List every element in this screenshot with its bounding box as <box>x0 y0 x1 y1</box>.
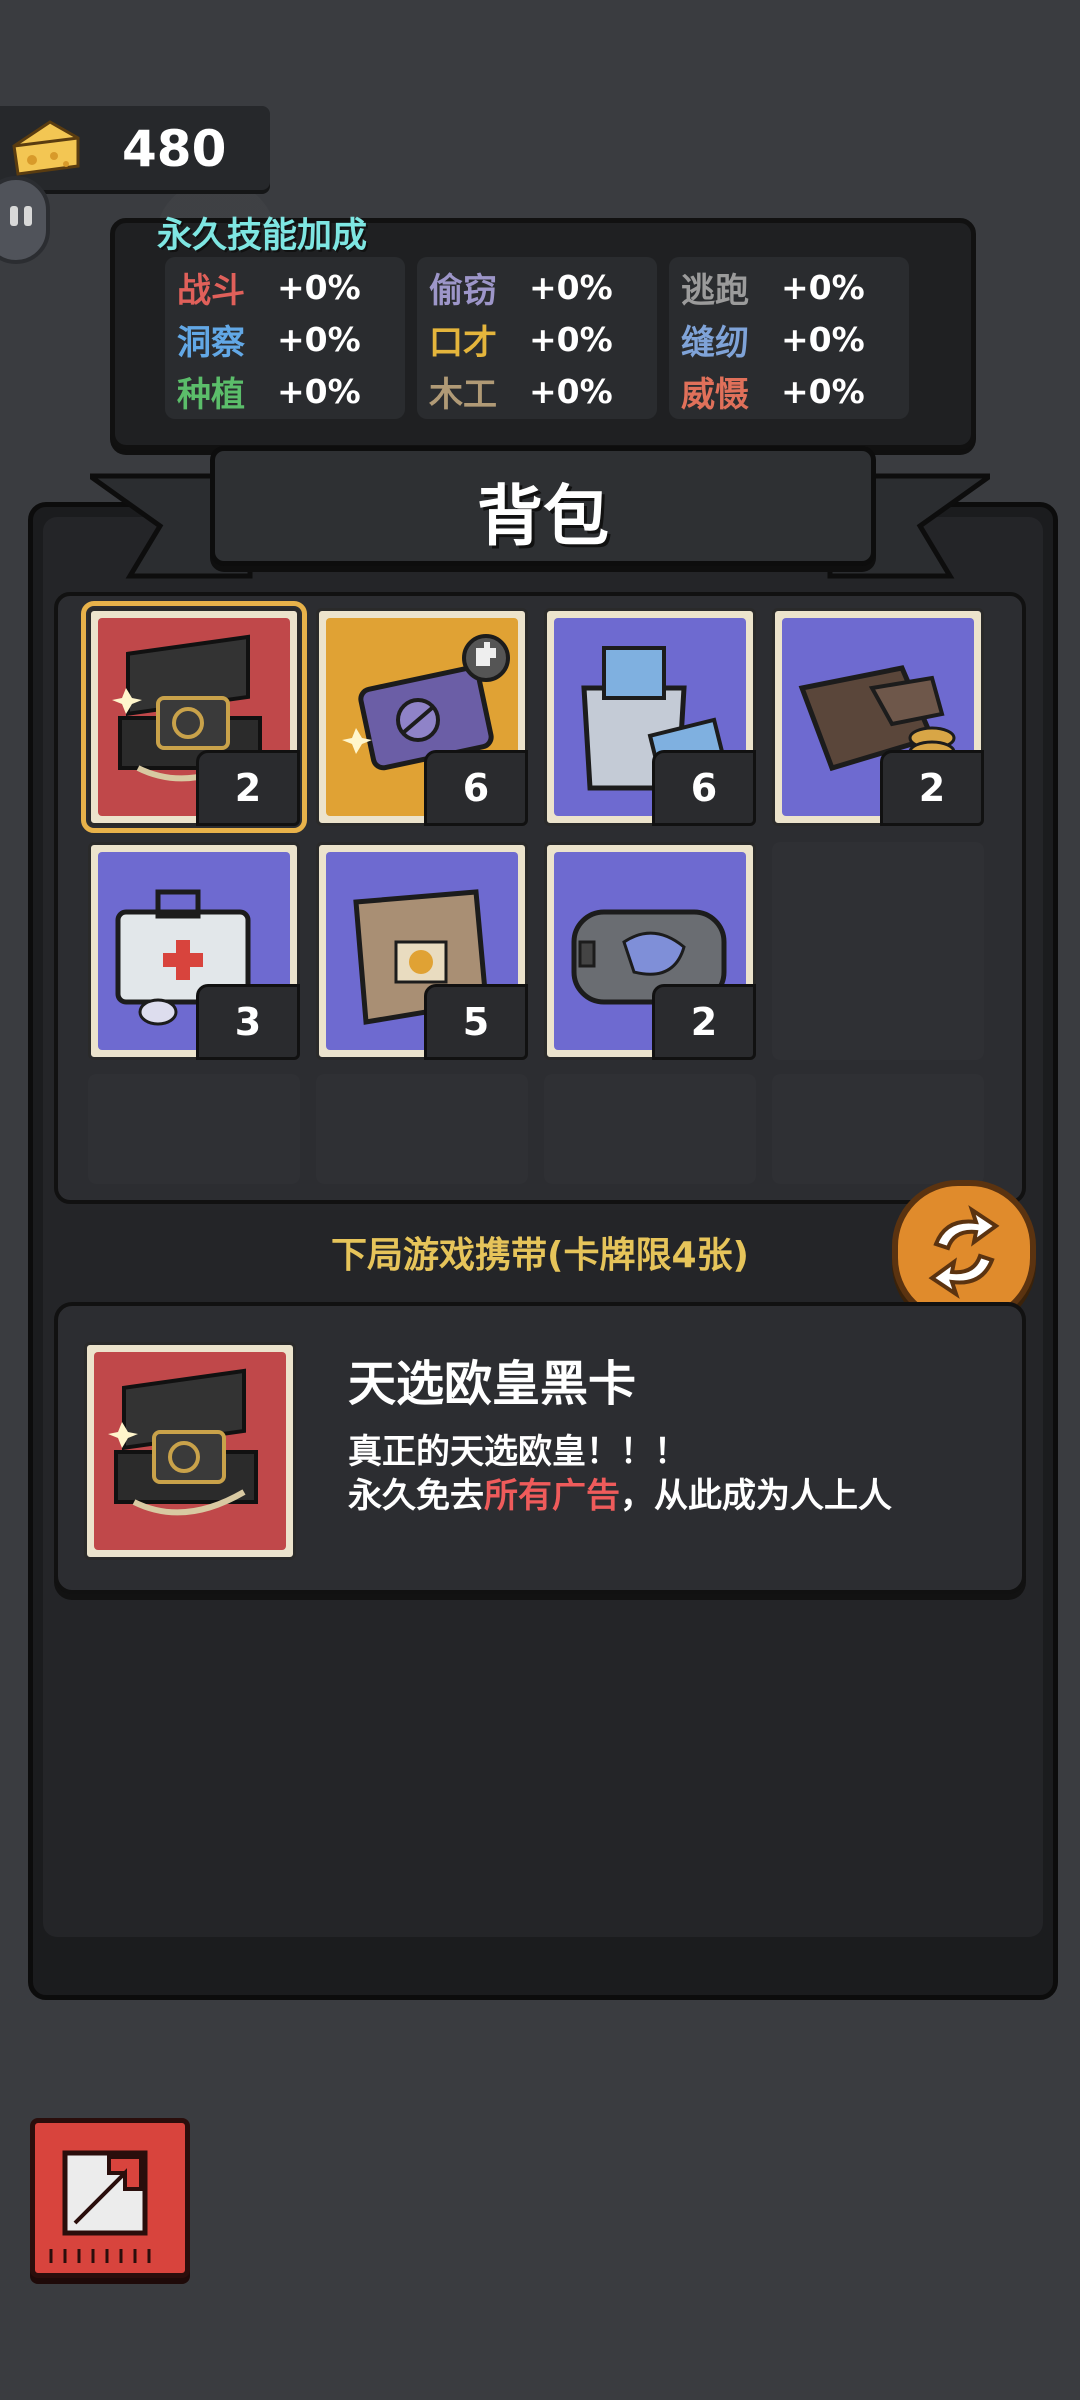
item-card-paper-bag[interactable]: 5 <box>316 842 528 1060</box>
detail-title: 天选欧皇黑卡 <box>348 1356 637 1412</box>
skill-value: +0% <box>529 371 613 411</box>
detail-card-image <box>84 1342 296 1560</box>
skill-column-2: 偷窃 +0% 口才 +0% 木工 +0% <box>417 257 657 419</box>
skill-value: +0% <box>529 267 613 307</box>
skill-column-1: 战斗 +0% 洞察 +0% 种植 +0% <box>165 257 405 419</box>
backpack-title: 背包 <box>477 478 609 555</box>
skill-row: 缝纫 +0% <box>681 313 865 365</box>
detail-description: 真正的天选欧皇！！！ 永久免去所有广告，从此成为人上人 <box>348 1430 892 1518</box>
desc-text: 永久免去 <box>348 1476 484 1516</box>
item-grid: 2 6 6 2 3 5 2 <box>54 592 1026 1204</box>
skill-value: +0% <box>277 371 361 411</box>
item-count-badge: 2 <box>880 750 984 826</box>
skill-row: 威慑 +0% <box>681 365 865 417</box>
item-count-badge: 6 <box>424 750 528 826</box>
item-card-black-card[interactable]: 2 <box>81 601 307 833</box>
skills-panel: 永久技能加成 战斗 +0% 洞察 +0% 种植 +0% 偷窃 +0% 口才 +0% 木工 +… <box>110 216 976 450</box>
item-card-cash-bag[interactable]: 6 <box>544 608 756 826</box>
empty-slot[interactable] <box>88 1074 300 1184</box>
skill-value: +0% <box>277 319 361 359</box>
detail-desc-line2: 永久免去所有广告，从此成为人上人 <box>348 1474 892 1518</box>
currency-amount: 480 <box>122 120 227 178</box>
skill-name: 战斗 <box>177 270 245 311</box>
item-card-wallet[interactable]: 2 <box>772 608 984 826</box>
skill-row: 偷窃 +0% <box>429 261 613 313</box>
skill-name: 种植 <box>177 374 245 415</box>
skill-name: 口才 <box>429 322 497 363</box>
item-count-badge: 5 <box>424 984 528 1060</box>
item-count-badge: 2 <box>652 984 756 1060</box>
empty-slot[interactable] <box>772 1074 984 1184</box>
side-chat-button[interactable] <box>0 176 50 264</box>
skill-name: 洞察 <box>177 322 245 363</box>
empty-slot[interactable] <box>316 1074 528 1184</box>
exit-button[interactable] <box>30 2118 190 2278</box>
skill-row: 逃跑 +0% <box>681 261 865 313</box>
skill-row: 战斗 +0% <box>177 261 361 313</box>
item-detail-panel: 天选欧皇黑卡 真正的天选欧皇！！！ 永久免去所有广告，从此成为人上人 <box>54 1302 1026 1594</box>
skill-name: 木工 <box>429 374 497 415</box>
skill-name: 缝纫 <box>681 322 749 363</box>
skill-value: +0% <box>781 371 865 411</box>
desc-text: ，从此成为人上人 <box>620 1476 892 1516</box>
black-card-box-icon <box>94 1352 286 1550</box>
item-count-badge: 3 <box>196 984 300 1060</box>
skill-column-3: 逃跑 +0% 缝纫 +0% 威慑 +0% <box>669 257 909 419</box>
item-count-badge: 2 <box>196 750 300 826</box>
item-count-badge: 6 <box>652 750 756 826</box>
skill-row: 种植 +0% <box>177 365 361 417</box>
swap-arrows-icon <box>928 1205 1000 1299</box>
empty-slot[interactable] <box>544 1074 756 1184</box>
skill-value: +0% <box>781 319 865 359</box>
item-card-toiletry-bag[interactable]: 2 <box>544 842 756 1060</box>
empty-slot[interactable] <box>772 842 984 1060</box>
skill-row: 洞察 +0% <box>177 313 361 365</box>
skills-title: 永久技能加成 <box>157 216 368 256</box>
skill-name: 偷窃 <box>429 270 497 311</box>
item-card-first-aid-kit[interactable]: 3 <box>88 842 300 1060</box>
skill-row: 木工 +0% <box>429 365 613 417</box>
currency-display: 480 <box>0 106 270 190</box>
skill-value: +0% <box>277 267 361 307</box>
skill-name: 逃跑 <box>681 270 749 311</box>
cheese-icon <box>12 120 80 176</box>
skill-name: 威慑 <box>681 374 749 415</box>
exit-arrow-icon <box>49 2150 151 2263</box>
desc-highlight: 所有广告 <box>484 1476 620 1516</box>
skill-row: 口才 +0% <box>429 313 613 365</box>
backpack-title-banner: 背包 <box>210 446 876 566</box>
item-card-purple-card[interactable]: 6 <box>316 608 528 826</box>
skill-value: +0% <box>781 267 865 307</box>
detail-desc-line1: 真正的天选欧皇！！！ <box>348 1432 688 1472</box>
skill-value: +0% <box>529 319 613 359</box>
